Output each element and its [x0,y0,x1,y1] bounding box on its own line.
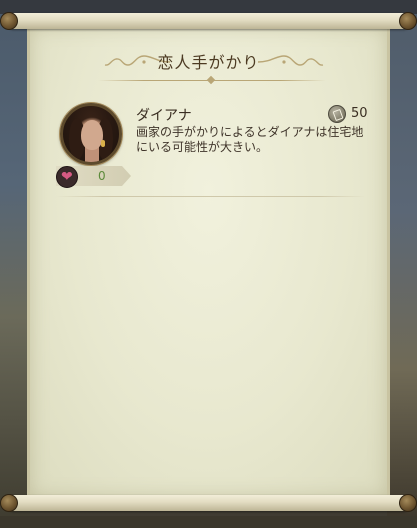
scroll-rod-bottom [0,494,417,512]
lover-portrait-avatar[interactable] [60,103,122,165]
heart-icon: ❤ [61,169,73,185]
background-scenery-right [387,0,417,528]
rod-knob-icon [0,12,18,30]
background-bottom [0,516,417,528]
lover-name: ダイアナ [136,108,192,124]
clue-cost: 50 [351,106,368,121]
clue-description: 画家の手がかりによるとダイアナは住宅地にいる可能性が大きい。 [136,125,364,154]
background-scenery-left [0,0,30,528]
affinity-value: 0 [98,169,106,183]
panel-header: 恋人手がかり [30,49,387,85]
clue-scroll-panel: 恋人手がかり ダイアナ 50 画家の手がかりによるとダイアナは住宅地にいる可能性… [27,27,390,497]
scroll-rod-top [0,12,417,30]
affinity-badge: ❤ [56,166,78,188]
panel-title: 恋人手がかり [157,53,260,72]
rod-knob-icon [0,494,18,512]
background-top [0,0,417,14]
entry-divider [56,196,366,197]
rod-knob-icon [399,494,417,512]
title-divider-gem [206,75,216,85]
ornament-right-icon [257,55,324,66]
clue-token-icon [328,105,346,123]
rod-knob-icon [399,12,417,30]
